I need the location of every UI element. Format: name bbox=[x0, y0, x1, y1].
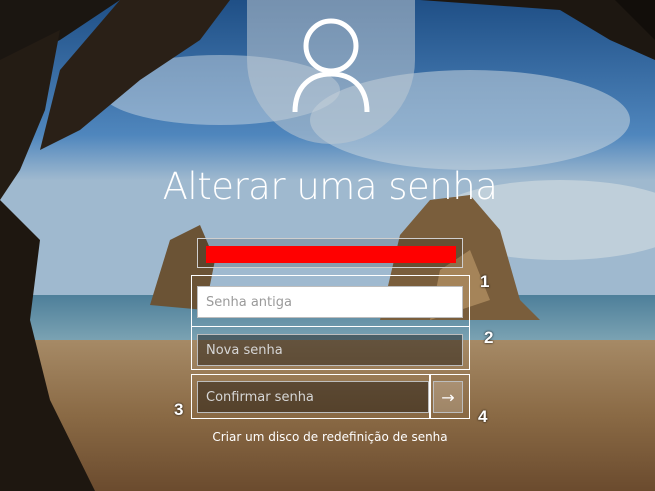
create-reset-disk-link[interactable]: Criar um disco de redefinição de senha bbox=[0, 430, 655, 444]
callout-number-3: 3 bbox=[174, 400, 184, 419]
user-icon bbox=[292, 18, 370, 113]
new-password-input[interactable] bbox=[197, 334, 463, 366]
callout-number-4: 4 bbox=[478, 407, 488, 426]
redacted-username bbox=[206, 246, 456, 263]
username-field bbox=[197, 238, 463, 268]
old-password-input[interactable] bbox=[197, 286, 463, 318]
callout-number-1: 1 bbox=[480, 272, 490, 291]
page-title: Alterar uma senha bbox=[162, 165, 498, 208]
callout-number-2: 2 bbox=[484, 328, 494, 347]
submit-button[interactable]: → bbox=[433, 381, 463, 413]
confirm-password-input[interactable] bbox=[197, 381, 429, 413]
arrow-right-icon: → bbox=[441, 387, 455, 407]
